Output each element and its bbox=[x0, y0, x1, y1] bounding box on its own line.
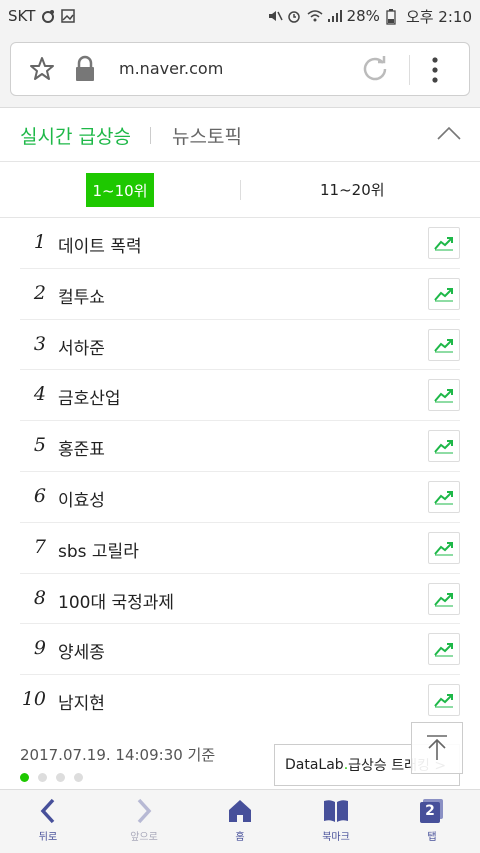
lock-icon bbox=[73, 55, 97, 87]
tab-rank-1-10[interactable]: 1~10위 bbox=[86, 173, 154, 207]
bottom-navigation: 뒤로 앞으로 홈 북마크 2 탭 bbox=[0, 789, 480, 853]
realtime-panel: 실시간 급상승 뉴스토픽 1~10위 11~20위 1 데이트 폭력 2 컬투쇼… bbox=[0, 108, 480, 789]
nav-bookmarks-label: 북마크 bbox=[322, 832, 350, 843]
page-indicator bbox=[20, 773, 83, 782]
trend-chart-icon[interactable] bbox=[428, 430, 460, 463]
ranking-list: 1 데이트 폭력 2 컬투쇼 3 서하준 4 금호산업 5 홍준표 6 이효성 bbox=[0, 218, 480, 726]
nav-back-label: 뒤로 bbox=[38, 832, 58, 843]
trend-chart-icon[interactable] bbox=[428, 277, 460, 310]
address-bar[interactable]: m.naver.com bbox=[10, 42, 470, 96]
update-timestamp: 2017.07.19. 14:09:30 기준 bbox=[20, 746, 216, 764]
rank-number: 8 bbox=[33, 586, 46, 609]
alarm-icon bbox=[287, 9, 301, 23]
nav-back-button[interactable]: 뒤로 bbox=[0, 790, 96, 853]
rank-keyword[interactable]: 컬투쇼 bbox=[58, 283, 105, 308]
battery-icon bbox=[386, 9, 400, 25]
scroll-to-top-button[interactable] bbox=[411, 722, 463, 774]
rank-number: 10 bbox=[21, 688, 46, 711]
trend-chart-icon[interactable] bbox=[428, 379, 460, 412]
ranking-row[interactable]: 3 서하준 bbox=[20, 320, 460, 371]
rank-keyword[interactable]: 홍준표 bbox=[58, 435, 105, 460]
datalab-brand: DataLab bbox=[285, 757, 344, 773]
trend-chart-icon[interactable] bbox=[428, 480, 460, 513]
reload-icon[interactable] bbox=[361, 55, 389, 87]
bookmark-star-icon[interactable] bbox=[29, 56, 55, 86]
rank-number: 2 bbox=[33, 281, 46, 304]
image-icon bbox=[61, 9, 76, 23]
nav-forward-button[interactable]: 앞으로 bbox=[96, 790, 192, 853]
rank-keyword[interactable]: 데이트 폭력 bbox=[58, 232, 142, 257]
rank-keyword[interactable]: 100대 국정과제 bbox=[58, 588, 174, 613]
nav-forward-label: 앞으로 bbox=[130, 832, 158, 843]
rank-number: 6 bbox=[33, 484, 46, 507]
page-dot[interactable] bbox=[74, 773, 83, 782]
ranking-row[interactable]: 6 이효성 bbox=[20, 472, 460, 523]
ranking-row[interactable]: 9 양세종 bbox=[20, 624, 460, 676]
ranking-row[interactable]: 1 데이트 폭력 bbox=[20, 218, 460, 269]
rank-number: 9 bbox=[33, 637, 46, 660]
ranking-row[interactable]: 2 컬투쇼 bbox=[20, 269, 460, 320]
rank-keyword[interactable]: 금호산업 bbox=[58, 384, 121, 409]
url-text[interactable]: m.naver.com bbox=[119, 59, 223, 78]
more-menu-icon[interactable] bbox=[431, 57, 439, 87]
signal-icon bbox=[327, 9, 342, 23]
tab-divider bbox=[150, 127, 151, 144]
ranking-row[interactable]: 5 홍준표 bbox=[20, 421, 460, 472]
trend-chart-icon[interactable] bbox=[428, 633, 460, 666]
nav-home-label: 홈 bbox=[235, 832, 245, 843]
status-bar: SKT 28% 오후 2:10 bbox=[0, 0, 480, 32]
back-arrow-icon bbox=[40, 798, 55, 824]
trend-chart-icon[interactable] bbox=[428, 328, 460, 361]
rank-keyword[interactable]: 서하준 bbox=[58, 334, 105, 359]
notification-icon bbox=[41, 9, 55, 23]
collapse-chevron-up-icon[interactable] bbox=[436, 124, 462, 146]
rank-number: 3 bbox=[33, 332, 46, 355]
trend-chart-icon[interactable] bbox=[428, 531, 460, 564]
rank-range-tabs: 1~10위 11~20위 bbox=[0, 162, 480, 218]
rank-number: 4 bbox=[33, 383, 46, 406]
section-tabs: 실시간 급상승 뉴스토픽 bbox=[0, 108, 480, 162]
page-dot[interactable] bbox=[38, 773, 47, 782]
forward-arrow-icon bbox=[137, 798, 152, 824]
nav-tabs-button[interactable]: 2 탭 bbox=[384, 790, 480, 853]
rank-number: 1 bbox=[33, 231, 46, 253]
trend-chart-icon[interactable] bbox=[428, 684, 460, 717]
wifi-icon bbox=[307, 9, 323, 23]
rank-number: 7 bbox=[33, 535, 46, 558]
clock: 오후 2:10 bbox=[405, 7, 472, 26]
trend-chart-icon[interactable] bbox=[428, 227, 460, 259]
toolbar-separator bbox=[409, 55, 410, 85]
rank-tab-divider bbox=[240, 180, 241, 200]
rank-number: 5 bbox=[33, 434, 46, 457]
nav-tabs-label: 탭 bbox=[427, 832, 437, 843]
rank-keyword[interactable]: 이효성 bbox=[58, 486, 105, 511]
mute-icon bbox=[267, 9, 283, 23]
home-icon bbox=[229, 800, 251, 822]
rank-keyword[interactable]: 양세종 bbox=[58, 638, 105, 663]
page-dot[interactable] bbox=[56, 773, 65, 782]
book-icon bbox=[324, 800, 348, 822]
tab-count: 2 bbox=[425, 803, 435, 819]
tab-realtime[interactable]: 실시간 급상승 bbox=[20, 122, 131, 149]
carrier-label: SKT bbox=[8, 7, 36, 25]
battery-percent: 28% bbox=[346, 7, 380, 25]
page-dot-active[interactable] bbox=[20, 773, 29, 782]
ranking-row[interactable]: 8 100대 국정과제 bbox=[20, 574, 460, 625]
trend-chart-icon[interactable] bbox=[428, 582, 460, 615]
nav-bookmarks-button[interactable]: 북마크 bbox=[288, 790, 384, 853]
browser-toolbar: m.naver.com bbox=[0, 32, 480, 108]
rank-keyword[interactable]: 남지현 bbox=[58, 689, 105, 714]
tab-news-topic[interactable]: 뉴스토픽 bbox=[172, 122, 242, 149]
tabs-icon: 2 bbox=[419, 798, 445, 824]
ranking-row[interactable]: 10 남지현 bbox=[20, 675, 460, 726]
nav-home-button[interactable]: 홈 bbox=[192, 790, 288, 853]
arrow-up-icon bbox=[427, 735, 447, 760]
ranking-row[interactable]: 4 금호산업 bbox=[20, 370, 460, 422]
tab-rank-11-20[interactable]: 11~20위 bbox=[320, 179, 385, 200]
ranking-row[interactable]: 7 sbs 고릴라 bbox=[20, 523, 460, 574]
rank-keyword[interactable]: sbs 고릴라 bbox=[58, 537, 139, 562]
